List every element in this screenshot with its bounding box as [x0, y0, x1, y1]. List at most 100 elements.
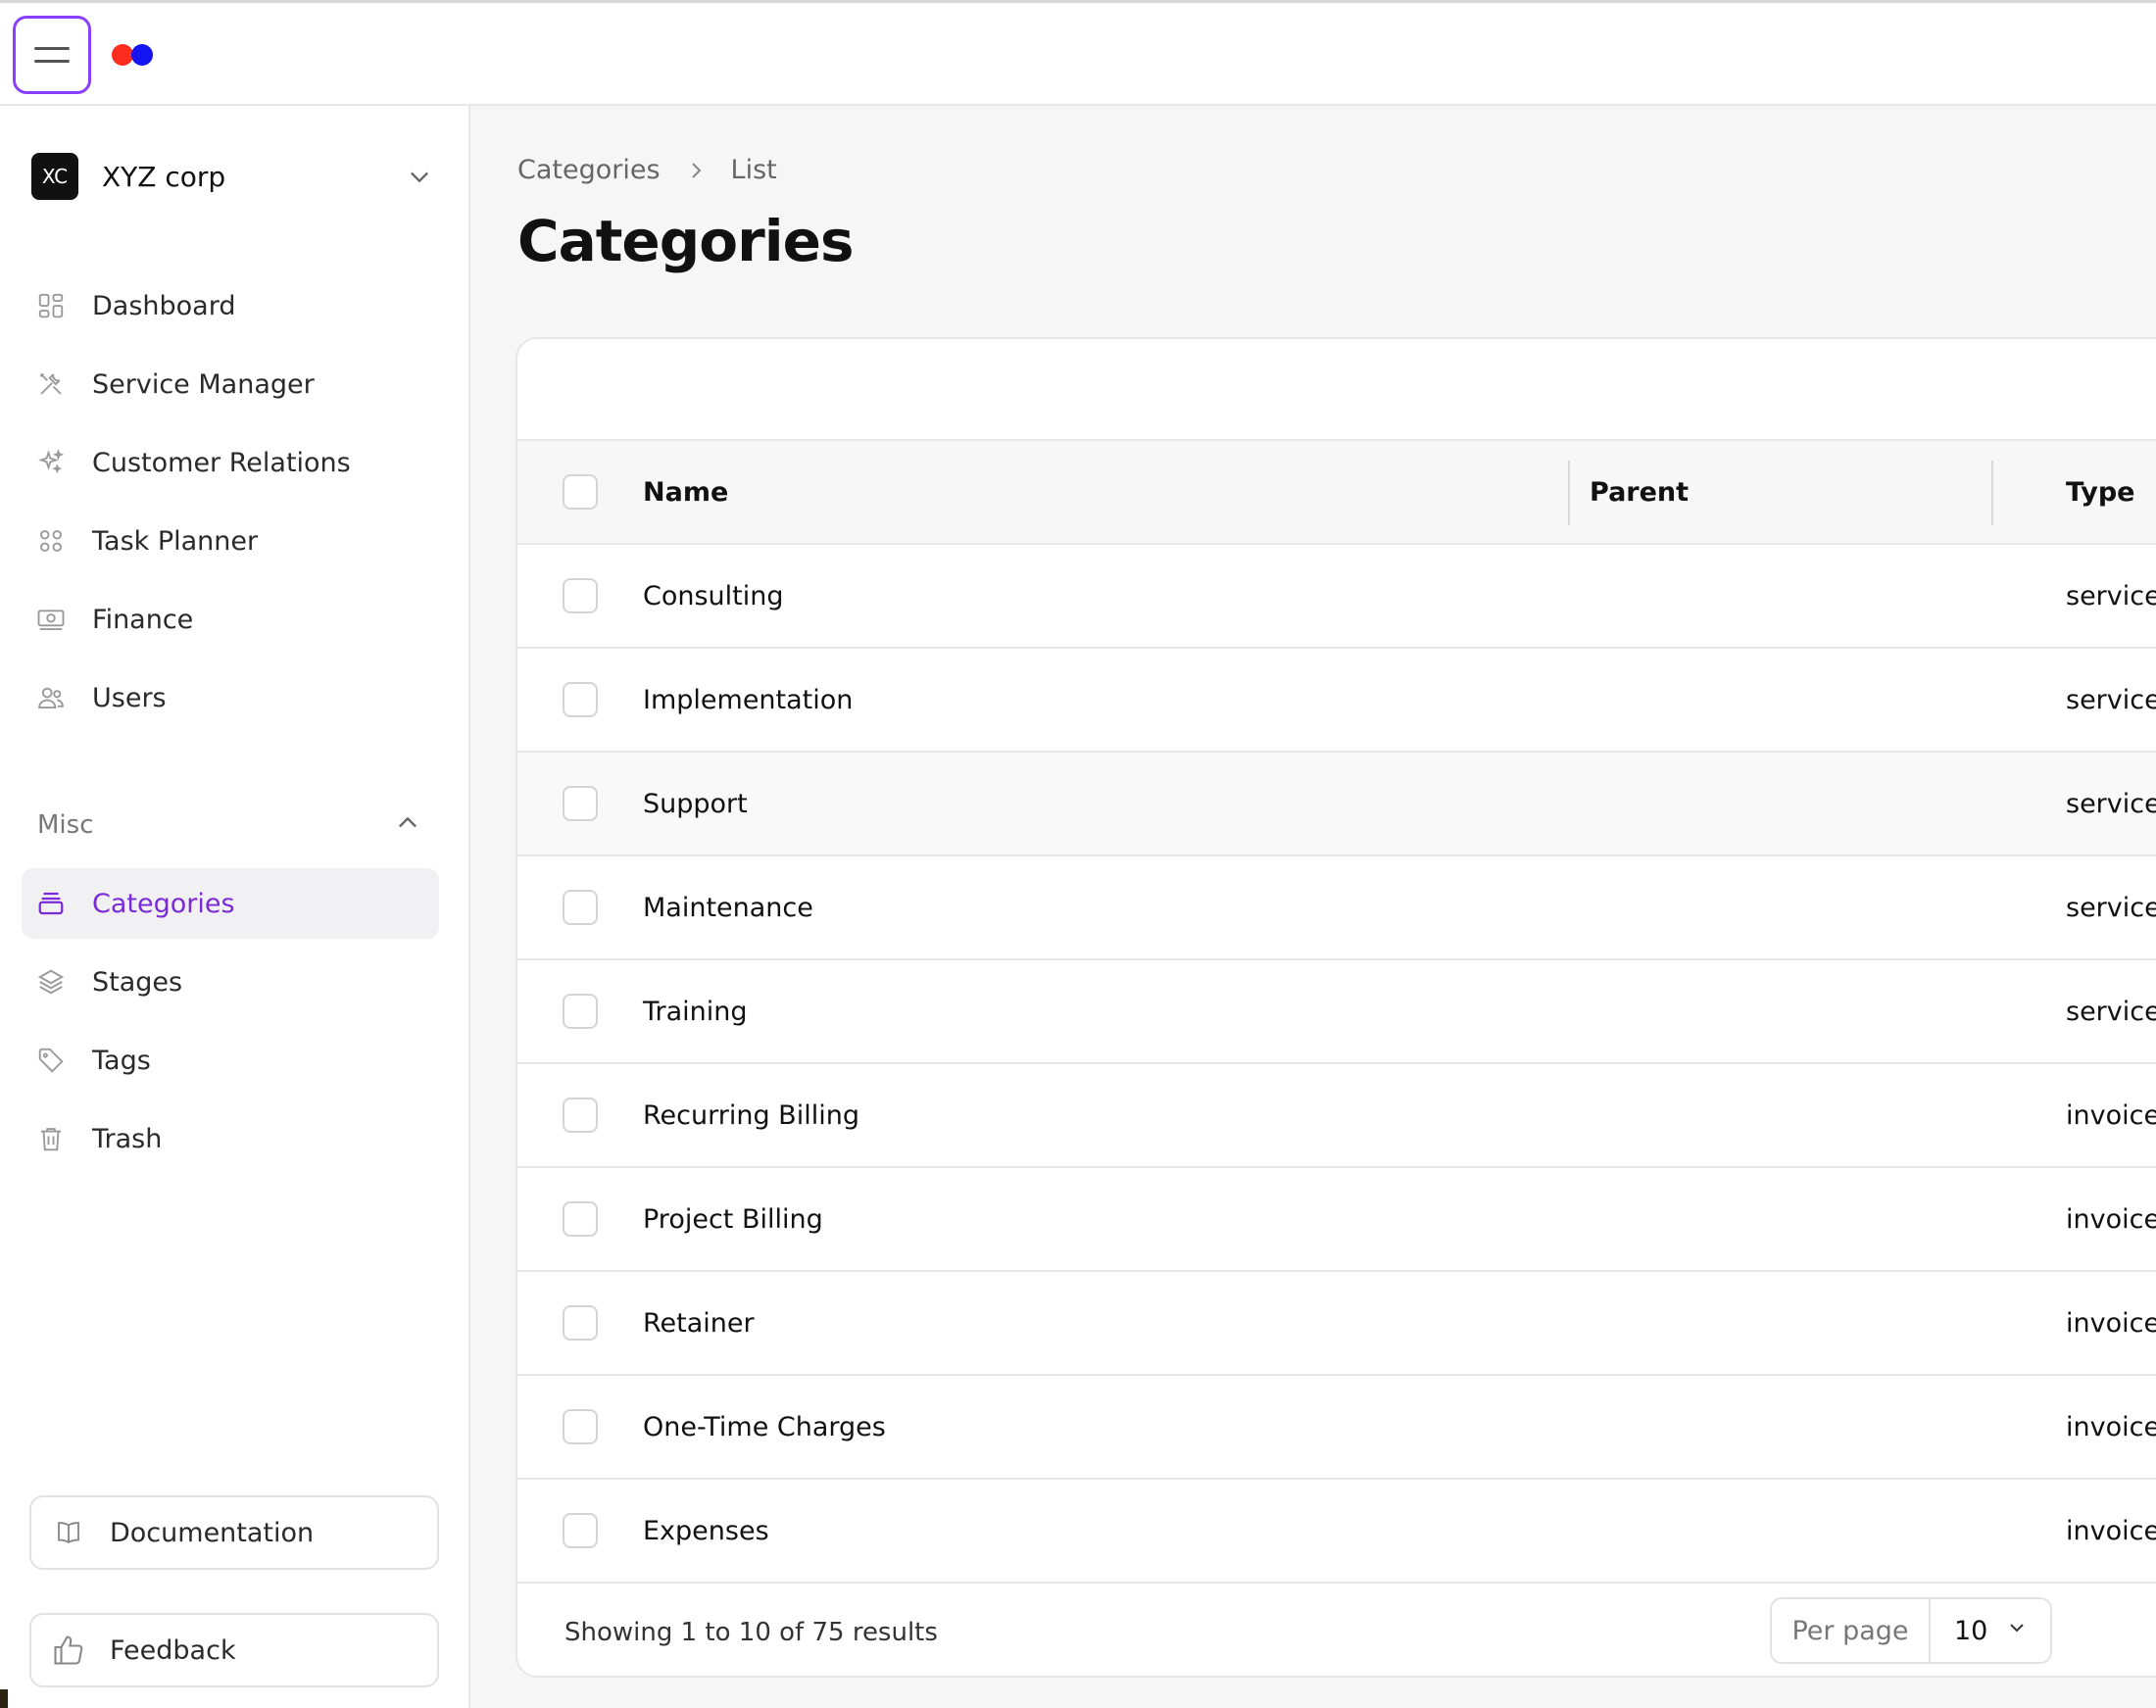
table-row[interactable]: Training services [517, 960, 2156, 1064]
row-checkbox[interactable] [563, 786, 598, 821]
dashboard-icon [35, 290, 67, 321]
per-page-select[interactable]: Per page 10 [1770, 1597, 2052, 1664]
main-content: Categories List Categories Name Parent T… [472, 108, 2156, 1708]
row-checkbox[interactable] [563, 1201, 598, 1237]
cell-name: Consulting [643, 580, 784, 611]
sidebar-item-stages[interactable]: Stages [22, 947, 439, 1017]
cell-type: services [2066, 996, 2156, 1027]
book-open-icon [51, 1518, 86, 1547]
row-checkbox[interactable] [563, 1098, 598, 1133]
results-summary: Showing 1 to 10 of 75 results [564, 1618, 938, 1647]
logo-red-dot [112, 44, 133, 66]
cell-type: invoices [2066, 1099, 2156, 1131]
column-header-type[interactable]: Type [2066, 477, 2134, 508]
cell-type: services [2066, 580, 2156, 611]
sidebar: XC XYZ corp Dashboard Service Manager Cu… [0, 106, 470, 1708]
sidebar-item-label: Categories [92, 888, 235, 919]
banknote-icon [35, 604, 67, 635]
hamburger-menu-button[interactable] [13, 16, 91, 94]
column-header-parent[interactable]: Parent [1590, 477, 1689, 508]
row-checkbox[interactable] [563, 994, 598, 1029]
documentation-button[interactable]: Documentation [29, 1495, 439, 1570]
row-checkbox[interactable] [563, 1305, 598, 1341]
cell-name: Retainer [643, 1307, 755, 1339]
column-divider [1991, 461, 1993, 525]
sidebar-item-finance[interactable]: Finance [22, 584, 439, 655]
cell-name: Implementation [643, 684, 854, 715]
row-checkbox[interactable] [563, 682, 598, 717]
sidebar-item-service-manager[interactable]: Service Manager [22, 349, 439, 419]
sidebar-item-tags[interactable]: Tags [22, 1025, 439, 1096]
sidebar-item-trash[interactable]: Trash [22, 1103, 439, 1174]
misc-section-label: Misc [37, 810, 94, 840]
row-checkbox[interactable] [563, 890, 598, 925]
table-footer: Showing 1 to 10 of 75 results Per page 1… [517, 1584, 2156, 1676]
breadcrumb: Categories List [517, 155, 777, 185]
tag-icon [35, 1045, 67, 1076]
cell-name: Maintenance [643, 892, 813, 923]
cell-type: invoices [2066, 1515, 2156, 1546]
misc-section-toggle[interactable]: Misc [37, 805, 421, 845]
table-row[interactable]: Project Billing invoices [517, 1168, 2156, 1272]
table-row[interactable]: Consulting services [517, 545, 2156, 649]
sparkles-icon [35, 447, 67, 478]
sidebar-item-label: Users [92, 682, 167, 713]
chevron-down-icon [2005, 1616, 2029, 1646]
sidebar-item-label: Stages [92, 966, 183, 998]
sidebar-item-label: Finance [92, 604, 194, 635]
org-switcher[interactable]: XC XYZ corp [31, 145, 433, 208]
thumbs-up-icon [51, 1632, 86, 1669]
sidebar-item-categories[interactable]: Categories [22, 868, 439, 939]
feedback-button[interactable]: Feedback [29, 1613, 439, 1687]
sidebar-item-label: Trash [92, 1123, 163, 1154]
tools-icon [35, 368, 67, 400]
window-corner [0, 1689, 8, 1708]
cell-type: invoices [2066, 1411, 2156, 1442]
per-page-label: Per page [1772, 1599, 1931, 1662]
cell-name: Support [643, 788, 748, 819]
main-nav: Dashboard Service Manager Customer Relat… [22, 270, 439, 741]
sidebar-item-dashboard[interactable]: Dashboard [22, 270, 439, 341]
row-checkbox[interactable] [563, 1409, 598, 1444]
table-row[interactable]: Expenses invoices [517, 1480, 2156, 1584]
sidebar-item-label: Customer Relations [92, 447, 351, 478]
chevron-up-icon [394, 809, 421, 841]
table-row[interactable]: Maintenance services [517, 856, 2156, 960]
sidebar-item-users[interactable]: Users [22, 662, 439, 733]
table-row[interactable]: Support services [517, 753, 2156, 856]
cell-type: invoices [2066, 1307, 2156, 1339]
hamburger-icon [34, 47, 70, 50]
per-page-dropdown[interactable]: 10 [1931, 1616, 2050, 1646]
table-row[interactable]: Recurring Billing invoices [517, 1064, 2156, 1168]
table-row[interactable]: Implementation services [517, 649, 2156, 753]
sidebar-item-customer-relations[interactable]: Customer Relations [22, 427, 439, 498]
sidebar-item-label: Task Planner [92, 525, 259, 557]
users-icon [35, 682, 67, 713]
misc-nav: Categories Stages Tags Trash [22, 868, 439, 1182]
categories-table-card: Name Parent Type Consulting services Imp… [515, 337, 2156, 1678]
cell-type: services [2066, 892, 2156, 923]
top-bar [0, 0, 2156, 106]
breadcrumb-root-link[interactable]: Categories [517, 155, 661, 185]
column-divider [1568, 461, 1570, 525]
page-title: Categories [517, 208, 854, 274]
column-header-name[interactable]: Name [643, 477, 728, 508]
app-logo[interactable] [112, 44, 153, 66]
cell-name: Recurring Billing [643, 1099, 859, 1131]
select-all-checkbox[interactable] [563, 474, 598, 510]
breadcrumb-current: List [730, 155, 777, 185]
table-header: Name Parent Type [517, 441, 2156, 545]
row-checkbox[interactable] [563, 578, 598, 613]
org-name: XYZ corp [102, 160, 226, 193]
feedback-label: Feedback [110, 1635, 236, 1666]
cell-type: services [2066, 788, 2156, 819]
sidebar-item-label: Service Manager [92, 368, 315, 400]
row-checkbox[interactable] [563, 1513, 598, 1548]
archive-box-icon [35, 888, 67, 919]
table-row[interactable]: One-Time Charges invoices [517, 1376, 2156, 1480]
layers-icon [35, 966, 67, 998]
cell-type: invoices [2066, 1203, 2156, 1235]
table-row[interactable]: Retainer invoices [517, 1272, 2156, 1376]
sidebar-item-task-planner[interactable]: Task Planner [22, 506, 439, 576]
chevron-right-icon [684, 159, 708, 182]
